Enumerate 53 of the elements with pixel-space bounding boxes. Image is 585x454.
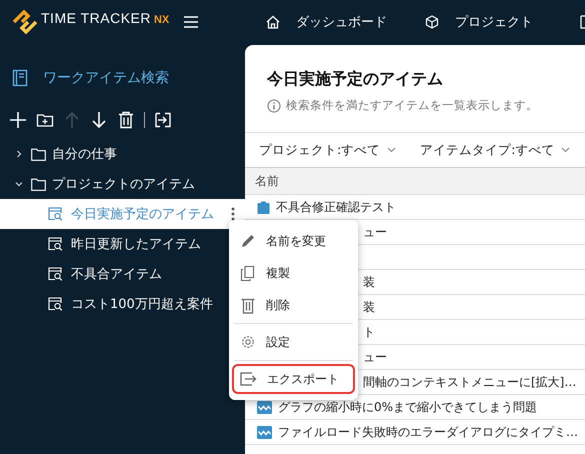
saved-search-icon	[48, 297, 63, 311]
move-down-button[interactable]	[90, 111, 108, 129]
clipboard-icon	[257, 200, 270, 214]
table-cell: 装	[363, 274, 375, 290]
info-text: 検索条件を満たすアイテムを一覧表示します。	[286, 98, 538, 113]
filter-dropdown[interactable]: プロジェクト:すべて	[259, 142, 396, 158]
tree-folder[interactable]: 自分の仕事	[0, 139, 245, 169]
export-icon	[240, 372, 257, 386]
copy-icon	[240, 264, 256, 282]
nav-item[interactable]: プロジェクト	[425, 12, 533, 30]
menu-item[interactable]: エクスポート	[232, 364, 355, 394]
tree-folder[interactable]: プロジェクトのアイテム	[0, 169, 245, 199]
menu-icon[interactable]	[184, 16, 198, 28]
book-icon	[12, 69, 28, 87]
tree-item[interactable]: 今日実施予定のアイテム	[0, 199, 245, 229]
info-icon	[267, 98, 281, 112]
table-cell: グラフの縮小時に0%まで縮小できてしまう問題	[278, 398, 538, 416]
delete-button[interactable]	[117, 111, 135, 129]
cube-icon	[425, 14, 439, 28]
table-cell: ファイルロード失敗時のエラーダイアログにタイプミ…	[278, 424, 578, 440]
table-cell: ト	[363, 324, 375, 340]
logo-text: TIME TRACKER	[41, 10, 151, 26]
chevron-down-icon	[15, 180, 23, 188]
table-cell: 間軸のコンテキストメニューに[拡大]…	[363, 374, 576, 390]
nav-item[interactable]: ダッシュボード	[266, 12, 387, 30]
logo-icon	[12, 10, 38, 34]
add-button[interactable]	[9, 111, 27, 129]
document-icon[interactable]	[580, 14, 585, 28]
table-cell: 不具合修正確認テスト	[276, 198, 396, 216]
chevron-right-icon	[15, 150, 23, 158]
trash-icon	[240, 296, 256, 314]
saved-search-icon	[48, 267, 63, 281]
table-cell: 装	[363, 298, 375, 316]
more-icon[interactable]	[231, 207, 235, 221]
sidebar-title: ワークアイテム検索	[43, 69, 169, 87]
filter-dropdown[interactable]: アイテムタイプ:すべて	[420, 142, 570, 158]
saved-search-icon	[48, 237, 63, 251]
menu-item[interactable]: 設定	[232, 327, 355, 357]
folder-icon	[31, 148, 46, 160]
table-cell: ュー	[363, 348, 387, 366]
chevron-down-icon	[387, 147, 396, 153]
wave-icon	[257, 426, 272, 438]
home-icon	[266, 14, 280, 28]
pencil-icon	[240, 233, 256, 249]
page-title: 今日実施予定のアイテム	[267, 69, 444, 90]
column-header: 名前	[255, 172, 279, 190]
table-cell: ュー	[363, 224, 387, 240]
chevron-down-icon	[561, 147, 570, 153]
folder-icon	[31, 178, 46, 190]
logo-suffix: NX	[154, 14, 170, 26]
settings-icon	[240, 334, 256, 350]
saved-search-icon	[48, 207, 63, 221]
export-button[interactable]	[154, 111, 172, 129]
